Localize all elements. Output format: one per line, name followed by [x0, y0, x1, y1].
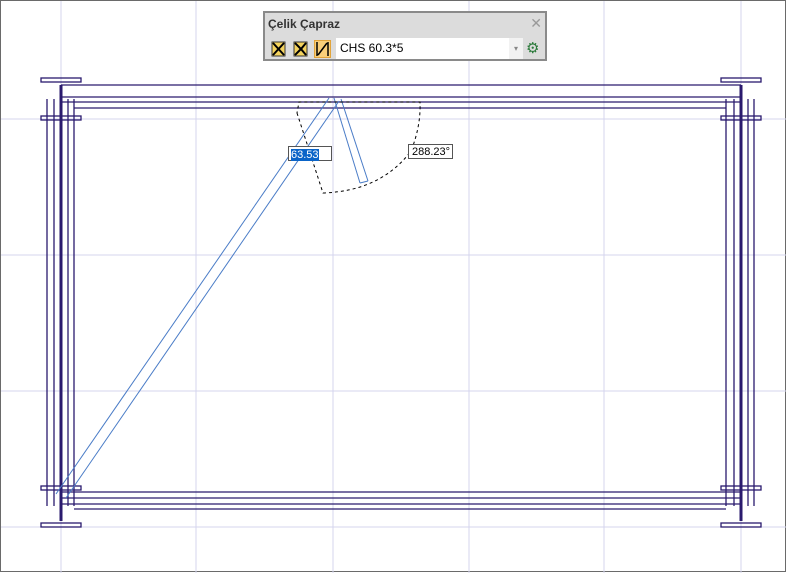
profile-select[interactable]: CHS 60.3*5 — [336, 38, 521, 59]
x-brace-button[interactable] — [270, 40, 287, 58]
drawing-svg[interactable] — [1, 1, 786, 573]
k-brace-button[interactable] — [292, 40, 309, 58]
chevron-down-icon[interactable]: ▾ — [509, 38, 523, 59]
diagonal-brace-icon — [316, 42, 329, 56]
toolbar-title: Çelik Çapraz — [268, 17, 341, 31]
steel-brace-toolbar: Çelik Çapraz ✕ CHS 60.3*5 ▾ ⚙ — [263, 11, 547, 61]
x-brace-icon — [271, 41, 286, 57]
steel-frame — [40, 77, 762, 528]
k-brace-icon — [293, 41, 308, 57]
length-input[interactable]: 63.53 — [288, 146, 332, 161]
drawing-canvas[interactable]: 63.53 288.23° Çelik Çapraz ✕ CHS 60.3*5 … — [0, 0, 786, 573]
close-icon[interactable]: ✕ — [530, 15, 542, 32]
gear-icon[interactable]: ⚙ — [526, 39, 539, 57]
angle-label: 288.23° — [408, 144, 453, 159]
length-value[interactable]: 63.53 — [291, 149, 319, 161]
grid — [1, 1, 786, 573]
single-diagonal-button[interactable] — [314, 40, 331, 58]
